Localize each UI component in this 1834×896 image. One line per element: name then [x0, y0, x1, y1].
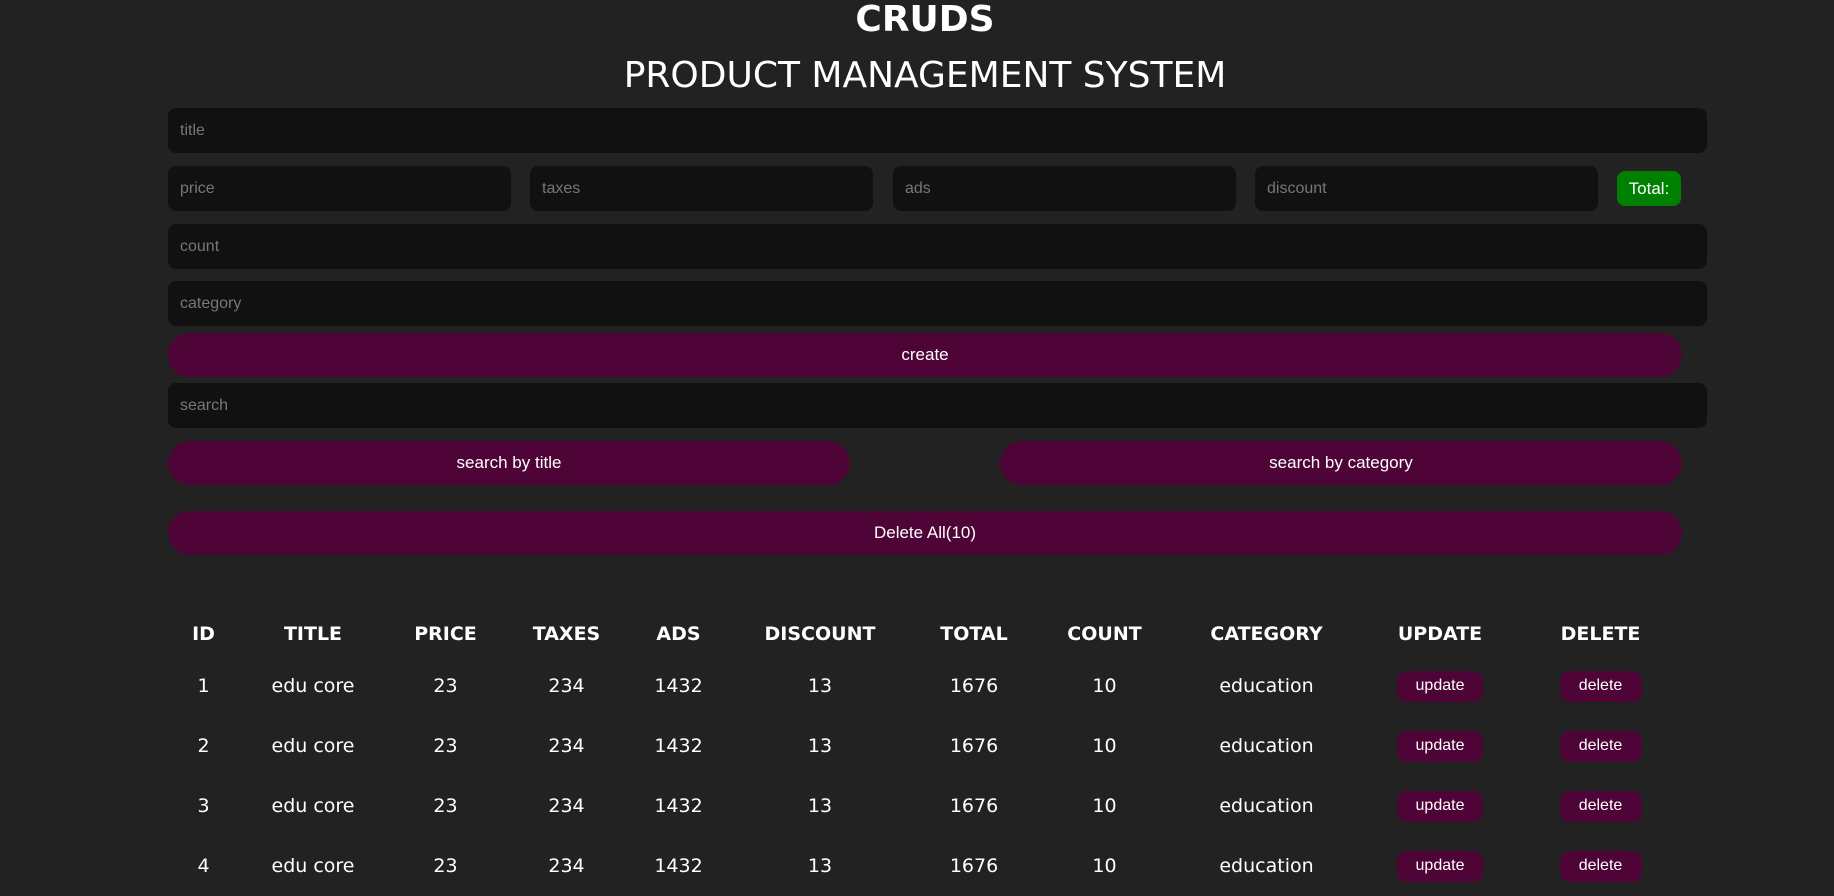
table-row: 2 edu core 23 234 1432 13 1676 10 educat…	[168, 716, 1681, 776]
delete-all-button[interactable]: Delete All(10)	[168, 511, 1682, 555]
create-button[interactable]: create	[168, 333, 1682, 377]
cell-taxes: 234	[548, 795, 585, 817]
category-input[interactable]	[168, 281, 1707, 326]
cell-title: edu core	[271, 675, 355, 697]
cell-title: edu core	[271, 855, 355, 877]
cell-count: 10	[1092, 735, 1117, 757]
cell-id: 2	[197, 735, 210, 757]
column-header-total: TOTAL	[940, 623, 1008, 645]
cell-update: update	[1360, 776, 1520, 836]
cell-title: edu core	[271, 735, 355, 757]
cell-total: 1676	[949, 855, 999, 877]
update-button[interactable]: update	[1397, 730, 1483, 762]
app-title: CRUDS	[855, 0, 995, 40]
cell-update: update	[1360, 716, 1520, 776]
cell-count: 10	[1092, 795, 1117, 817]
cell-discount: 13	[807, 795, 833, 817]
column-header-id: ID	[192, 623, 215, 645]
search-by-category-button[interactable]: search by category	[1000, 441, 1682, 485]
price-input[interactable]	[168, 166, 511, 211]
cell-price: 23	[433, 735, 458, 757]
cell-delete: delete	[1520, 836, 1681, 896]
cell-price: 23	[433, 795, 458, 817]
column-header-discount: DISCOUNT	[764, 623, 876, 645]
discount-input[interactable]	[1255, 166, 1598, 211]
column-header-price: PRICE	[414, 623, 477, 645]
app-subtitle: PRODUCT MANAGEMENT SYSTEM	[623, 55, 1227, 96]
cell-total: 1676	[949, 795, 999, 817]
table-row: 1 edu core 23 234 1432 13 1676 10 educat…	[168, 656, 1681, 716]
count-input[interactable]	[168, 224, 1707, 269]
cell-id: 1	[197, 675, 210, 697]
cell-update: update	[1360, 836, 1520, 896]
cell-ads: 1432	[654, 675, 703, 697]
table-header-row: ID TITLE PRICE TAXES ADS DISCOUNT TOTAL …	[168, 612, 1681, 656]
taxes-input[interactable]	[530, 166, 873, 211]
title-input[interactable]	[168, 108, 1707, 153]
cell-total: 1676	[949, 675, 999, 697]
cell-update: update	[1360, 656, 1520, 716]
cell-count: 10	[1092, 675, 1117, 697]
delete-button[interactable]: delete	[1559, 670, 1642, 702]
cell-delete: delete	[1520, 716, 1681, 776]
column-header-category: CATEGORY	[1210, 623, 1323, 645]
ads-input[interactable]	[893, 166, 1236, 211]
app-container: CRUDS PRODUCT MANAGEMENT SYSTEM Total: c…	[0, 0, 1834, 896]
update-button[interactable]: update	[1397, 790, 1483, 822]
column-header-delete: DELETE	[1560, 623, 1641, 645]
total-badge: Total:	[1617, 171, 1681, 206]
cell-ads: 1432	[654, 795, 703, 817]
search-input[interactable]	[168, 383, 1707, 428]
cell-discount: 13	[807, 735, 833, 757]
update-button[interactable]: update	[1397, 670, 1483, 702]
cell-price: 23	[433, 855, 458, 877]
column-header-update: UPDATE	[1397, 623, 1483, 645]
cell-category: education	[1219, 735, 1314, 757]
update-button[interactable]: update	[1397, 850, 1483, 882]
column-header-taxes: TAXES	[532, 623, 601, 645]
delete-button[interactable]: delete	[1559, 850, 1642, 882]
cell-category: education	[1219, 855, 1314, 877]
cell-category: education	[1219, 675, 1314, 697]
column-header-count: COUNT	[1067, 623, 1142, 645]
cell-price: 23	[433, 675, 458, 697]
column-header-ads: ADS	[656, 623, 701, 645]
cell-delete: delete	[1520, 776, 1681, 836]
table-row: 4 edu core 23 234 1432 13 1676 10 educat…	[168, 836, 1681, 896]
cell-taxes: 234	[548, 855, 585, 877]
cell-total: 1676	[949, 735, 999, 757]
cell-ads: 1432	[654, 735, 703, 757]
cell-id: 3	[197, 795, 210, 817]
cell-title: edu core	[271, 795, 355, 817]
cell-taxes: 234	[548, 675, 585, 697]
products-table: ID TITLE PRICE TAXES ADS DISCOUNT TOTAL …	[168, 612, 1681, 896]
cell-category: education	[1219, 795, 1314, 817]
delete-button[interactable]: delete	[1559, 730, 1642, 762]
delete-button[interactable]: delete	[1559, 790, 1642, 822]
cell-taxes: 234	[548, 735, 585, 757]
cell-discount: 13	[807, 855, 833, 877]
cell-discount: 13	[807, 675, 833, 697]
cell-delete: delete	[1520, 656, 1681, 716]
table-row: 3 edu core 23 234 1432 13 1676 10 educat…	[168, 776, 1681, 836]
cell-count: 10	[1092, 855, 1117, 877]
column-header-title: TITLE	[283, 623, 343, 645]
cell-ads: 1432	[654, 855, 703, 877]
cell-id: 4	[197, 855, 210, 877]
search-by-title-button[interactable]: search by title	[168, 441, 850, 485]
